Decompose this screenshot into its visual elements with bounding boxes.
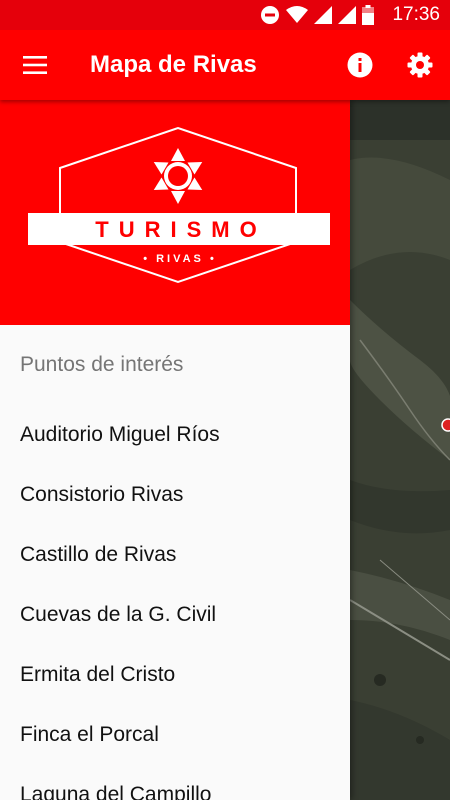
info-button[interactable] [330, 30, 390, 100]
satellite-map[interactable] [350, 100, 450, 800]
signal-icon [338, 6, 357, 24]
do-not-disturb-icon [261, 6, 280, 24]
poi-item-ermita-del-cristo[interactable]: Ermita del Cristo [0, 645, 350, 705]
map-imagery [350, 100, 450, 800]
hamburger-menu-icon [23, 56, 47, 74]
app-bar: Mapa de Rivas [0, 30, 450, 100]
poi-item-cuevas-guardia-civil[interactable]: Cuevas de la G. Civil [0, 585, 350, 645]
sun-icon [153, 148, 203, 204]
status-bar: 17:36 [0, 0, 450, 30]
gear-icon [407, 52, 433, 78]
battery-icon [362, 5, 375, 25]
wifi-icon [286, 6, 309, 23]
status-clock: 17:36 [392, 4, 440, 25]
poi-item-finca-el-porcal[interactable]: Finca el Porcal [0, 705, 350, 765]
logo-word: TURISMO [95, 217, 266, 242]
menu-button[interactable] [0, 30, 70, 100]
turismo-rivas-logo: TURISMO • RIVAS • [28, 126, 330, 284]
navigation-drawer: TURISMO • RIVAS • Puntos de interés Audi… [0, 100, 350, 800]
poi-item-consistorio-rivas[interactable]: Consistorio Rivas [0, 465, 350, 525]
poi-item-laguna-del-campillo[interactable]: Laguna del Campillo [0, 765, 350, 800]
poi-item-castillo-de-rivas[interactable]: Castillo de Rivas [0, 525, 350, 585]
settings-button[interactable] [390, 30, 450, 100]
signal-icon [314, 6, 333, 24]
info-icon [347, 52, 373, 78]
section-title: Puntos de interés [20, 353, 184, 376]
logo-subtitle: • RIVAS • [143, 253, 217, 265]
drawer-header: TURISMO • RIVAS • [0, 100, 350, 325]
poi-item-auditorio-miguel-rios[interactable]: Auditorio Miguel Ríos [0, 405, 350, 465]
app-title: Mapa de Rivas [90, 51, 257, 78]
